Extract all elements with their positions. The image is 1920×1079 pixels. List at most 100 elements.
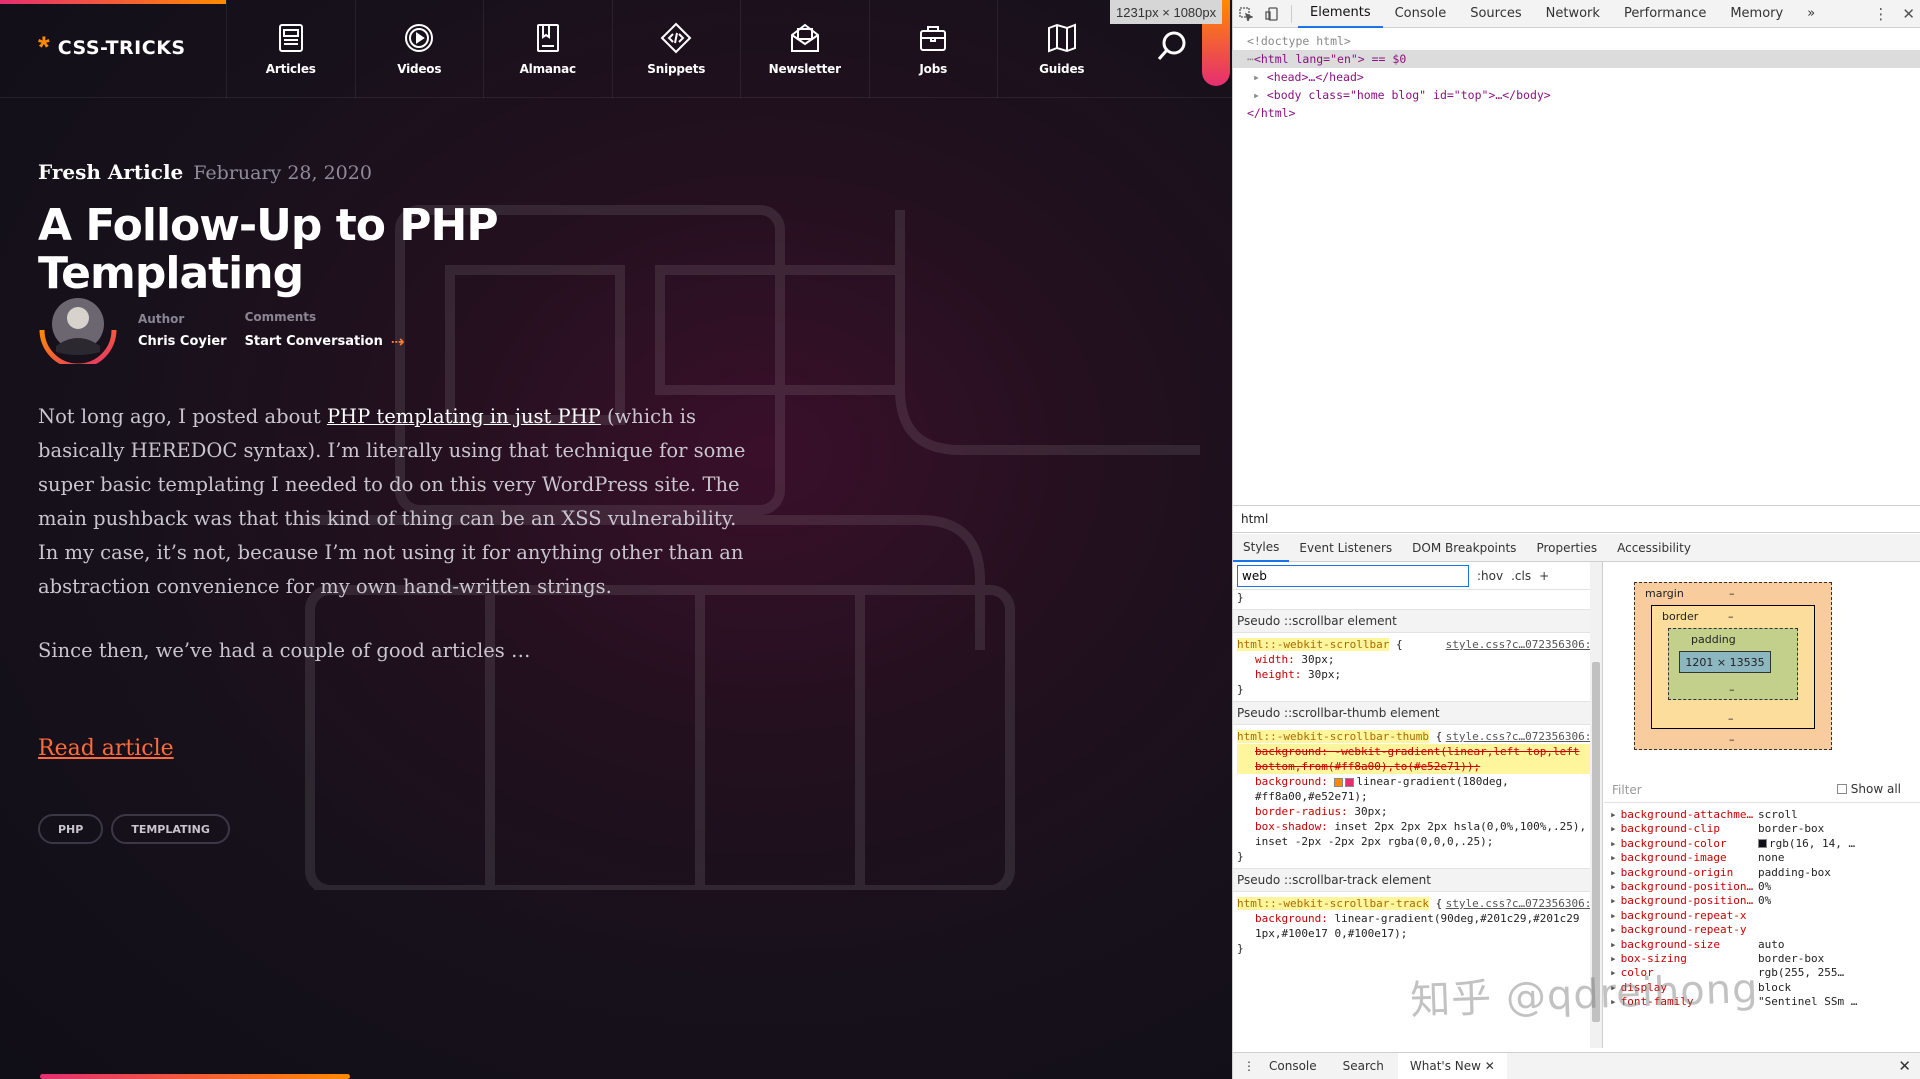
computed-value: auto (1758, 937, 1785, 951)
nav-newsletter[interactable]: Newsletter (740, 0, 869, 98)
nav-videos[interactable]: Videos (354, 0, 484, 98)
checkbox-icon[interactable] (1836, 784, 1847, 794)
nav-snippets[interactable]: Snippets (611, 0, 741, 98)
close-drawer-icon[interactable]: ✕ (1898, 1057, 1911, 1075)
box-model-padding[interactable]: padding – 1201 × 13535 (1668, 628, 1798, 700)
nav-articles[interactable]: Articles (226, 0, 355, 98)
article-title[interactable]: A Follow-Up to PHP Templating (38, 201, 758, 299)
website-viewport: * CSS-TRICKS Articles Videos Almanac Sni… (0, 0, 1232, 1079)
computed-value: none (1758, 851, 1785, 865)
nav-label: Newsletter (768, 62, 841, 76)
expand-arrow-icon[interactable]: ▸ (1253, 70, 1267, 84)
prop-name: background (1255, 912, 1322, 925)
dom-html-close[interactable]: </html> (1233, 104, 1920, 122)
box-model-content-size[interactable]: 1201 × 13535 (1679, 651, 1771, 673)
border-bottom-value: – (1728, 712, 1734, 725)
box-model-border[interactable]: border – – padding – 1201 × 13535 (1651, 605, 1815, 729)
dom-body-tag: <body class="home blog" id="top">…</body… (1266, 88, 1551, 102)
computed-row[interactable]: background-sizeauto (1604, 938, 1920, 952)
read-article-link[interactable]: Read article (38, 736, 174, 761)
nav-jobs[interactable]: Jobs (868, 0, 998, 98)
computed-row[interactable]: background-color rgb(16, 14, … (1604, 837, 1920, 851)
computed-row[interactable]: background-clipborder-box (1604, 822, 1920, 836)
show-all-label: Show all (1850, 782, 1901, 796)
css-rule[interactable]: style.css?c…072356306:5 html::-webkit-sc… (1233, 633, 1602, 701)
box-model-margin[interactable]: margin – – border – – padding – 1201 × 1… (1634, 582, 1832, 750)
breadcrumb-html[interactable]: html (1241, 512, 1268, 526)
expand-arrow-icon[interactable]: ▸ (1253, 88, 1267, 102)
excerpt-text: (which is basically HEREDOC syntax). I’m… (38, 405, 746, 598)
tab-memory[interactable]: Memory (1718, 0, 1795, 28)
color-swatch[interactable] (1345, 777, 1355, 787)
play-icon (405, 24, 434, 52)
article-meta: Fresh Article February 28, 2020 (38, 160, 758, 184)
computed-row[interactable]: background-position…0% (1604, 894, 1920, 908)
excerpt-paragraph-1: Not long ago, I posted about PHP templat… (38, 400, 748, 604)
computed-row[interactable]: background-imagenone (1604, 851, 1920, 865)
tab-properties[interactable]: Properties (1526, 534, 1607, 562)
tab-sources[interactable]: Sources (1458, 0, 1533, 28)
tag-templating[interactable]: TEMPLATING (111, 814, 230, 844)
css-property[interactable]: width: 30px; (1237, 652, 1598, 667)
rule-source-link[interactable]: style.css?c…072356306:5 (1446, 729, 1598, 744)
tag-php[interactable]: PHP (38, 814, 104, 844)
drawer-menu-icon[interactable]: ⋮ (1243, 1059, 1255, 1073)
overridden-property[interactable]: background: -webkit-gradient(linear,left… (1237, 744, 1598, 774)
computed-row[interactable]: background-position…0% (1604, 880, 1920, 894)
drawer-tab-search[interactable]: Search (1331, 1053, 1396, 1079)
tab-elements[interactable]: Elements (1298, 0, 1383, 28)
dom-html-open[interactable]: ⋯<html lang="en"> == $0 (1233, 50, 1920, 68)
styles-filter-input[interactable] (1237, 564, 1469, 587)
comments-link[interactable]: Start Conversation ⇢ (245, 332, 405, 351)
comments-label: Comments (244, 309, 317, 324)
css-property[interactable]: box-shadow: inset 2px 2px 2px hsla(0,0%,… (1237, 819, 1598, 849)
hov-toggle[interactable]: :hov (1477, 569, 1503, 583)
tab-dom-breakpoints[interactable]: DOM Breakpoints (1402, 534, 1526, 562)
computed-row[interactable]: background-attachme…scroll (1604, 808, 1920, 822)
show-all-toggle[interactable]: Show all (1836, 782, 1901, 796)
site-logo[interactable]: * CSS-TRICKS (38, 33, 186, 63)
color-swatch[interactable] (1758, 839, 1767, 849)
css-property[interactable]: background: linear-gradient(180deg, #ff8… (1237, 774, 1598, 804)
css-rule[interactable]: style.css?c…072356306:5 html::-webkit-sc… (1233, 725, 1602, 868)
css-property[interactable]: height: 30px; (1237, 667, 1598, 682)
tab-styles[interactable]: Styles (1233, 534, 1290, 562)
tab-network[interactable]: Network (1534, 0, 1612, 28)
kebab-menu-icon[interactable]: ⋮ (1873, 5, 1888, 23)
tab-performance[interactable]: Performance (1612, 0, 1718, 28)
tab-event-listeners[interactable]: Event Listeners (1289, 534, 1402, 562)
drawer-tab-console[interactable]: Console (1257, 1053, 1329, 1079)
color-swatch[interactable] (1334, 777, 1344, 787)
nav-label: Snippets (647, 62, 706, 76)
author-name[interactable]: Chris Coyier (138, 334, 227, 349)
computed-row[interactable]: background-repeat-x (1604, 909, 1920, 923)
rule-source-link[interactable]: style.css?c…072356306:5 (1446, 896, 1598, 911)
drawer-tab-whats-new[interactable]: What's New ✕ (1397, 1052, 1507, 1079)
computed-row[interactable]: background-repeat-y (1604, 923, 1920, 937)
more-tabs-chevron-icon[interactable]: » (1795, 0, 1827, 28)
css-property[interactable]: background: linear-gradient(90deg,#201c2… (1237, 911, 1598, 941)
dom-doctype[interactable]: <!doctype html> (1233, 32, 1920, 50)
css-property[interactable]: border-radius: 30px; (1237, 804, 1598, 819)
nav-almanac[interactable]: Almanac (483, 0, 612, 98)
nav-guides[interactable]: Guides (997, 0, 1126, 98)
author-avatar[interactable] (38, 296, 118, 364)
close-icon[interactable]: ✕ (1902, 5, 1915, 23)
computed-filter[interactable]: Filter Show all (1604, 777, 1920, 803)
dom-body[interactable]: ▸ <body class="home blog" id="top">…</bo… (1233, 86, 1920, 104)
search-icon[interactable] (1156, 30, 1188, 62)
php-templating-link[interactable]: PHP templating in just PHP (327, 405, 601, 428)
add-rule-plus-icon[interactable]: + (1539, 569, 1549, 583)
device-toggle-icon[interactable] (1259, 0, 1285, 28)
dom-head[interactable]: ▸ <head>…</head> (1233, 68, 1920, 86)
rule-close-brace: } (1237, 591, 1244, 604)
cls-toggle[interactable]: .cls (1511, 569, 1531, 583)
close-tab-icon[interactable]: ✕ (1485, 1059, 1495, 1073)
tab-console[interactable]: Console (1383, 0, 1459, 28)
comments-link-text: Start Conversation (244, 333, 383, 349)
rule-source-link[interactable]: style.css?c…072356306:5 (1446, 637, 1598, 652)
inspect-element-icon[interactable] (1233, 0, 1259, 28)
css-rule[interactable]: style.css?c…072356306:5 html::-webkit-sc… (1233, 892, 1602, 960)
computed-row[interactable]: background-originpadding-box (1604, 866, 1920, 880)
tab-accessibility[interactable]: Accessibility (1607, 534, 1701, 562)
